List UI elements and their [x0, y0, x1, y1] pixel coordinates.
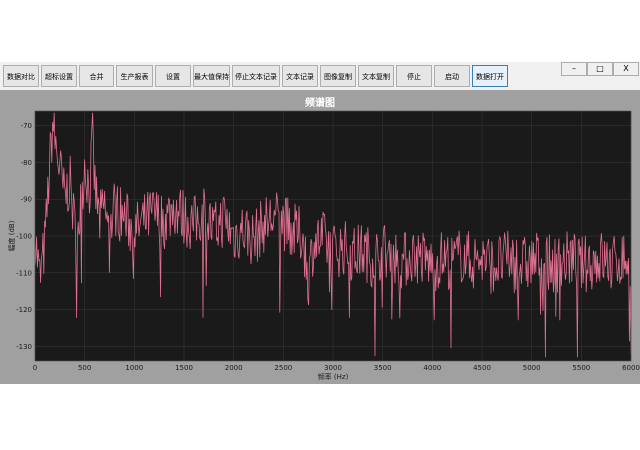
y-axis-label: 幅度 (dB)	[7, 220, 16, 251]
x-tick-label: 3500	[374, 364, 392, 372]
y-tick-label: -120	[16, 306, 32, 314]
y-tick-label: -80	[21, 159, 32, 167]
x-axis-label: 频率 (Hz)	[318, 372, 349, 381]
maximize-button[interactable]: □	[587, 62, 613, 76]
y-tick-label: -110	[16, 269, 32, 277]
x-tick-label: 3000	[324, 364, 342, 372]
toolbar-button-10[interactable]: 停止	[396, 65, 432, 87]
x-tick-label: 4000	[423, 364, 441, 372]
y-tick-label: -70	[21, 122, 32, 130]
toolbar-button-6[interactable]: 停止文本记录	[232, 65, 280, 87]
y-tick-label: -90	[21, 196, 32, 204]
x-tick-label: 2000	[225, 364, 243, 372]
app-window: 数据对比 超标设置 合并 生产报表 设置 最大值保持 停止文本记录 文本记录 图像复制 文本复制停…	[0, 62, 640, 384]
toolbar-button-2[interactable]: 合并	[79, 65, 114, 87]
toolbar-button-11[interactable]: 启动	[434, 65, 470, 87]
y-tick-label: -100	[16, 233, 32, 241]
toolbar-button-0[interactable]: 数据对比	[3, 65, 39, 87]
toolbar-button-1[interactable]: 超标设置	[41, 65, 77, 87]
spectrum-chart: -70 -80 -90 -100 -110 -120 -130 0 500 1000 1500 200…	[7, 110, 640, 381]
x-tick-label: 500	[78, 364, 91, 372]
minimize-button[interactable]: –	[561, 62, 587, 76]
toolbar-button-8[interactable]: 图像复制	[320, 65, 356, 87]
toolbar-button-5[interactable]: 最大值保持	[193, 65, 230, 87]
toolbar-button-12[interactable]: 数据打开	[472, 65, 508, 87]
x-tick-label: 1500	[175, 364, 193, 372]
toolbar-button-4[interactable]: 设置	[155, 65, 191, 87]
toolbar-button-7[interactable]: 文本记录	[282, 65, 318, 87]
x-tick-label: 2500	[274, 364, 292, 372]
x-tick-label: 0	[33, 364, 37, 372]
toolbar-button-3[interactable]: 生产报表	[116, 65, 153, 87]
toolbar-button-9[interactable]: 文本复制	[358, 65, 394, 87]
x-tick-label: 6000	[622, 364, 640, 372]
x-tick-label: 1000	[125, 364, 143, 372]
x-tick-label: 5500	[572, 364, 590, 372]
x-tick-label: 4500	[473, 364, 491, 372]
close-button[interactable]: X	[613, 62, 639, 76]
x-tick-label: 5000	[523, 364, 541, 372]
toolbar: 数据对比 超标设置 合并 生产报表 设置 最大值保持 停止文本记录 文本记录 图像复制 文本复制停…	[0, 62, 640, 90]
y-tick-label: -130	[16, 343, 32, 351]
